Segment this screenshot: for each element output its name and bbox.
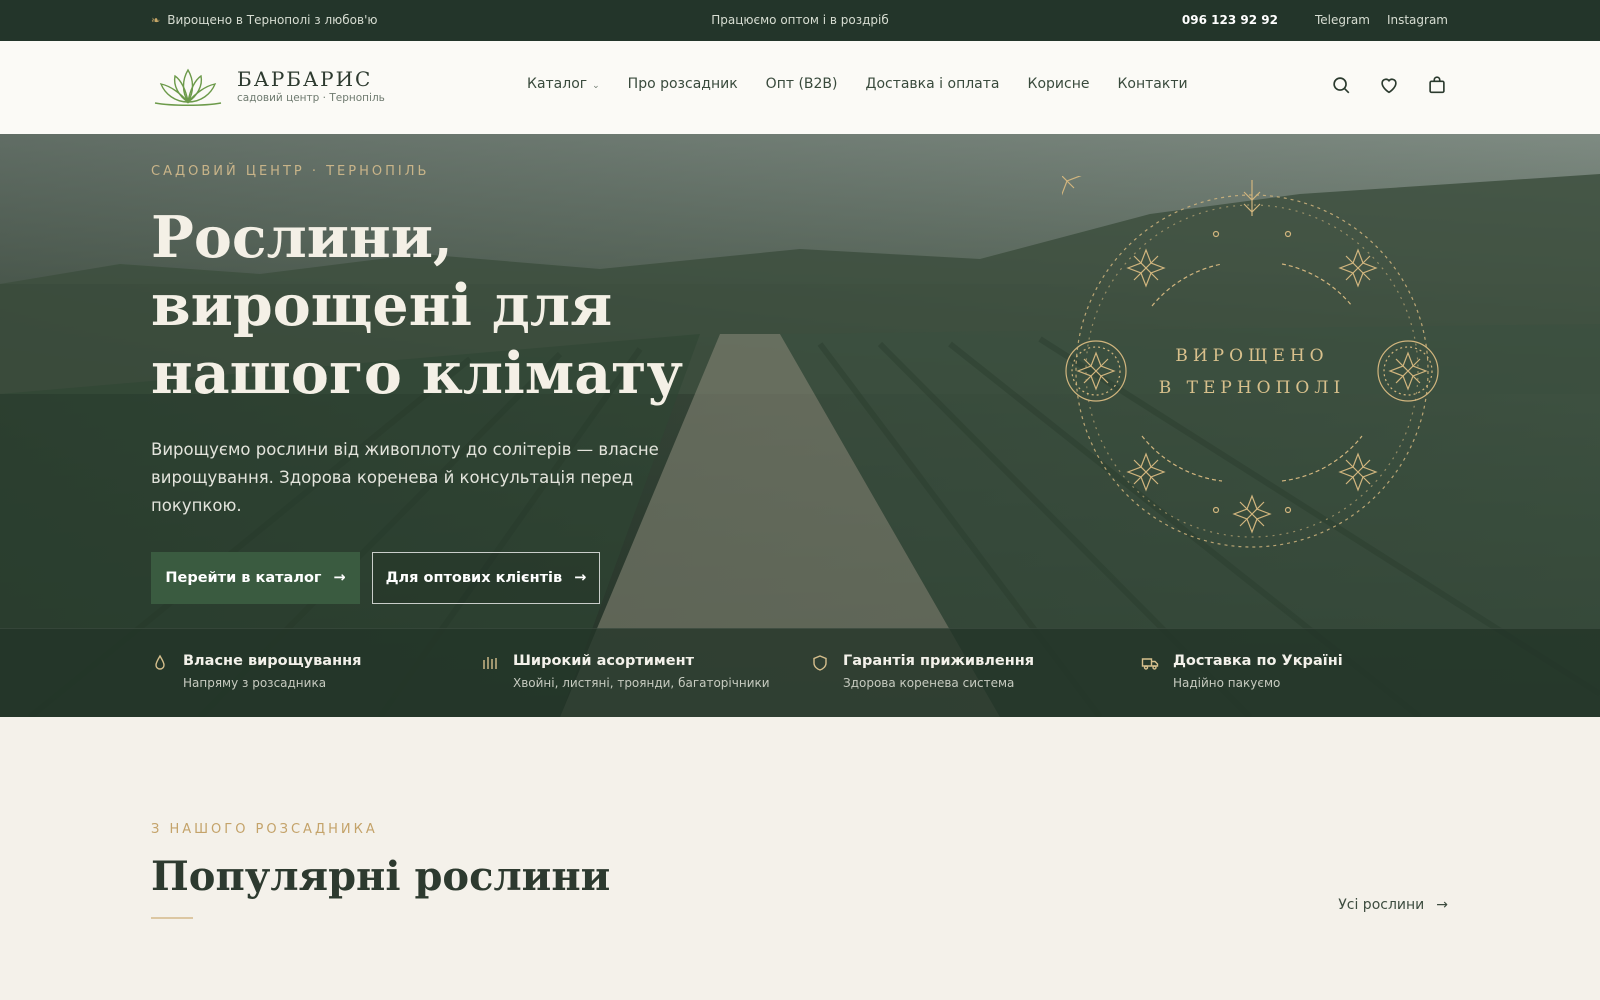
heart-icon[interactable] (1378, 74, 1400, 96)
chevron-down-icon: ⌄ (592, 81, 600, 91)
shield-icon (813, 655, 827, 671)
brand-name: БАРБАРИС (237, 67, 373, 91)
feature-subtitle: Хвойні, листяні, троянди, багаторічники (513, 676, 770, 690)
hero-title-line: вирощені для (151, 272, 613, 339)
go-to-catalog-button[interactable]: Перейти в каталог → (151, 552, 360, 604)
nav-item-useful[interactable]: Корисне (1028, 76, 1090, 92)
features-band: Власне вирощування Напряму з розсадника … (0, 628, 1600, 717)
truck-icon (1141, 658, 1159, 670)
emblem-line: В ТЕРНОПОЛІ (1158, 378, 1346, 398)
drop-icon (155, 654, 165, 670)
arrow-right-icon: → (574, 570, 587, 586)
all-plants-link[interactable]: Усі рослини → (1338, 897, 1448, 913)
bag-icon[interactable] (1426, 74, 1448, 96)
feature-assortment: Широкий асортимент Хвойні, листяні, троя… (481, 653, 770, 690)
main-nav: Каталог ⌄ Про розсадник Опт (B2B) Доставк… (527, 76, 1188, 92)
phone-link[interactable]: 096 123 92 92 (1182, 13, 1278, 27)
bars-icon (483, 657, 497, 669)
hero-description: Вирощуємо рослини від живоплоту до соліт… (151, 440, 659, 515)
feature-title: Власне вирощування (183, 653, 362, 669)
button-label: Перейти в каталог (165, 570, 322, 586)
section-eyebrow: З НАШОГО РОЗСАДНИКА (151, 822, 378, 837)
nav-item-catalog[interactable]: Каталог ⌄ (527, 76, 600, 92)
nav-item-label: Каталог (527, 76, 588, 92)
nav-item-contacts[interactable]: Контакти (1117, 76, 1187, 92)
section-title: Популярні рослини (151, 853, 611, 900)
nav-item-wholesale[interactable]: Опт (B2B) (766, 76, 838, 92)
wholesale-clients-button[interactable]: Для оптових клієнтів → (372, 552, 600, 604)
link-label: Усі рослини (1338, 897, 1425, 913)
section-divider (151, 917, 193, 919)
arrow-right-icon: → (1436, 897, 1448, 913)
top-bar: ❧ Вирощено в Тернополі з любов'ю Працюєм… (0, 0, 1600, 41)
search-icon[interactable] (1330, 74, 1352, 96)
hero-title-line: нашого клімату (151, 340, 683, 407)
instagram-link[interactable]: Instagram (1387, 13, 1448, 27)
feature-title: Широкий асортимент (513, 653, 695, 669)
feature-subtitle: Надійно пакуємо (1173, 676, 1281, 690)
feature-subtitle: Здорова коренева система (843, 676, 1015, 690)
arrow-right-icon: → (333, 570, 346, 586)
header-actions (1330, 74, 1448, 96)
lotus-logo-icon (154, 68, 222, 106)
hero-eyebrow: САДОВИЙ ЦЕНТР · ТЕРНОПІЛЬ (151, 164, 430, 179)
brand-subtitle: садовий центр · Тернопіль (237, 92, 385, 104)
feature-own-growing: Власне вирощування Напряму з розсадника (151, 653, 361, 690)
nav-item-delivery[interactable]: Доставка і оплата (866, 76, 1000, 92)
feature-title: Доставка по Україні (1173, 653, 1343, 669)
logo[interactable]: БАРБАРИС садовий центр · Тернопіль (151, 64, 385, 108)
hero-title: Рослини, вирощені для нашого клімату (151, 204, 751, 408)
emblem-line: ВИРОЩЕНО (1175, 346, 1329, 366)
feature-delivery: Доставка по Україні Надійно пакуємо (1141, 653, 1343, 690)
feature-subtitle: Напряму з розсадника (183, 676, 327, 690)
nav-item-about[interactable]: Про розсадник (628, 76, 738, 92)
site-header: БАРБАРИС садовий центр · Тернопіль Катал… (0, 41, 1600, 134)
topbar-contacts: 096 123 92 92 Telegram Instagram (1182, 13, 1448, 27)
hero-title-line: Рослини, (151, 204, 453, 271)
button-label: Для оптових клієнтів (385, 570, 563, 586)
emblem-text: ВИРОЩЕНО В ТЕРНОПОЛІ (1062, 340, 1442, 404)
telegram-link[interactable]: Telegram (1315, 13, 1370, 27)
brand-text: БАРБАРИС садовий центр · Тернопіль (237, 68, 385, 104)
feature-guarantee: Гарантія приживлення Здорова коренева си… (811, 653, 1034, 690)
feature-title: Гарантія приживлення (843, 653, 1035, 669)
